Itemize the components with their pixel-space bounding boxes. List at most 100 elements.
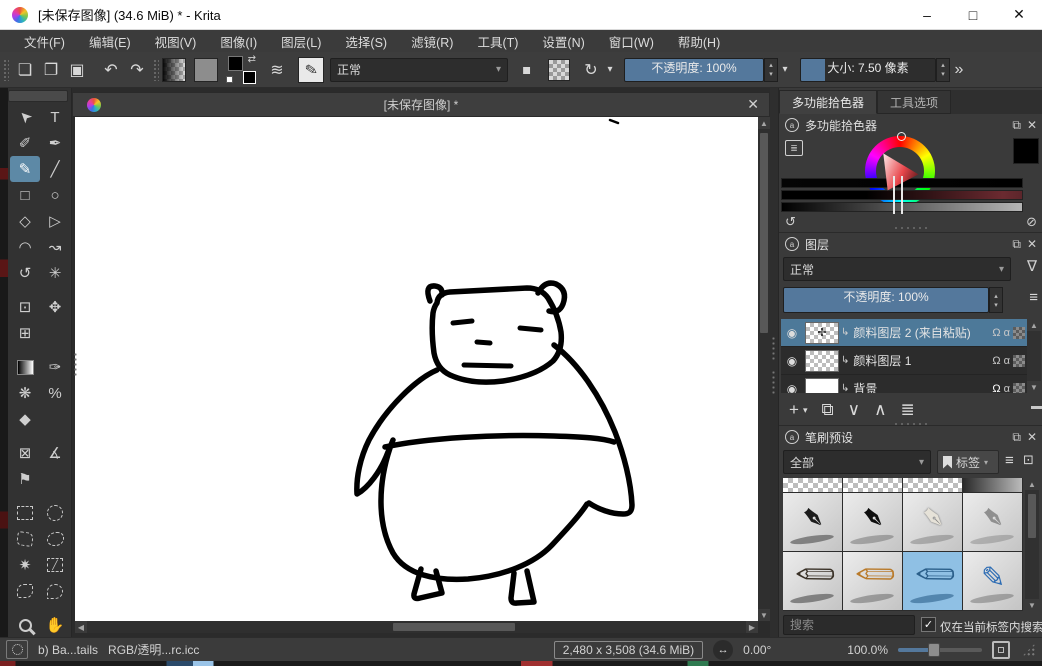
tool-pan[interactable]: ✋: [40, 612, 70, 638]
brush-scroll-thumb[interactable]: [1028, 494, 1036, 538]
opacity-dropdown-icon[interactable]: ▾: [778, 57, 792, 83]
tool-pattern-edit[interactable]: ❋: [10, 380, 40, 406]
zoom-slider-handle[interactable]: [928, 643, 940, 657]
tool-transform[interactable]: ⊡: [10, 294, 40, 320]
tool-move[interactable]: ✥: [40, 294, 70, 320]
brush-preset[interactable]: ✒: [783, 493, 842, 551]
tool-freehand-brush[interactable]: ✎: [10, 156, 40, 182]
visibility-eye-icon[interactable]: ◉: [783, 354, 801, 368]
scroll-up-icon[interactable]: ▲: [758, 117, 770, 129]
current-brush-name[interactable]: b) Ba...tails: [38, 643, 98, 657]
menu-edit[interactable]: 编辑(E): [89, 32, 131, 51]
add-layer-dropdown-icon[interactable]: ▾: [803, 405, 808, 416]
open-document-icon[interactable]: ❐: [38, 57, 64, 83]
brush-editor-button[interactable]: ✎: [298, 57, 324, 83]
canvas[interactable]: [75, 117, 758, 621]
tab-tool-options[interactable]: 工具选项: [877, 90, 951, 114]
tool-edit-shapes[interactable]: ✐: [10, 130, 40, 156]
background-color[interactable]: [243, 71, 256, 84]
color-profile[interactable]: RGB/透明...rc.icc: [108, 641, 199, 658]
brush-preset[interactable]: [843, 478, 902, 492]
tool-crop[interactable]: ⊞: [10, 320, 40, 346]
zoom-to-100-button[interactable]: [992, 641, 1010, 659]
tool-similar-color-select[interactable]: ✷: [10, 552, 40, 578]
toolbox-drag-handle[interactable]: [8, 90, 68, 102]
layer-style-icon[interactable]: ↳: [841, 355, 849, 366]
float-docker-icon[interactable]: ⧉: [1012, 237, 1021, 252]
menu-filter[interactable]: 滤镜(R): [411, 32, 453, 51]
canvas-horizontal-scrollbar[interactable]: ◀ ▶: [75, 621, 758, 633]
tool-ellipse-select[interactable]: [40, 500, 70, 526]
menu-tools[interactable]: 工具(T): [477, 32, 518, 51]
scroll-down-icon[interactable]: ▼: [758, 609, 770, 621]
menu-file[interactable]: 文件(F): [24, 32, 65, 51]
brush-preset-selected[interactable]: 🖉: [903, 552, 962, 610]
tool-calligraphy[interactable]: ✒: [40, 130, 70, 156]
toolbar-grip[interactable]: [3, 59, 9, 81]
tool-measure[interactable]: ∡: [40, 440, 70, 466]
layer-style-icon[interactable]: ↳: [841, 383, 849, 393]
scroll-down-icon[interactable]: ▼: [1025, 599, 1039, 611]
brush-preset[interactable]: [963, 478, 1022, 492]
tool-select-shapes[interactable]: ➤: [10, 104, 40, 130]
brush-preset[interactable]: ✒: [903, 493, 962, 551]
close-button[interactable]: ✕: [996, 0, 1042, 30]
brush-preset[interactable]: ✒: [963, 493, 1022, 551]
close-docker-icon[interactable]: ✕: [1027, 118, 1037, 132]
layer-thumbnail[interactable]: [805, 378, 839, 394]
scroll-up-icon[interactable]: ▲: [1027, 319, 1041, 331]
scroll-left-icon[interactable]: ◀: [75, 621, 87, 633]
tool-text[interactable]: T: [40, 104, 70, 130]
layer-name[interactable]: 背景: [853, 380, 988, 393]
preserve-alpha-icon[interactable]: [548, 59, 570, 81]
storage-icon[interactable]: ⊡: [1023, 452, 1034, 468]
layer-properties-button[interactable]: ≣: [901, 400, 915, 420]
visibility-eye-icon[interactable]: ◉: [783, 326, 801, 340]
vscroll-thumb[interactable]: [760, 133, 768, 333]
lock-icon[interactable]: a: [785, 118, 799, 132]
inherit-alpha-icon[interactable]: [1013, 383, 1025, 394]
reload-dropdown-icon[interactable]: ▾: [604, 57, 616, 83]
layer-opacity-slider[interactable]: 不透明度: 100%: [783, 287, 989, 313]
zoom-slider[interactable]: [898, 648, 982, 652]
tool-polyline[interactable]: ▷: [40, 208, 70, 234]
brush-preset[interactable]: [783, 478, 842, 492]
tool-rectangle[interactable]: □: [10, 182, 40, 208]
layer-name[interactable]: 颜料图层 1: [853, 352, 988, 369]
close-docker-icon[interactable]: ✕: [1027, 237, 1037, 251]
alpha-lock-icon[interactable]: α: [1004, 383, 1010, 394]
hue-indicator[interactable]: [897, 132, 906, 141]
tool-line[interactable]: ╱: [40, 156, 70, 182]
reset-icon[interactable]: ↺: [785, 214, 796, 230]
layer-list-scrollbar[interactable]: ▲ ▼: [1027, 319, 1041, 393]
inherit-alpha-icon[interactable]: [1013, 355, 1025, 367]
hscroll-thumb[interactable]: [393, 623, 515, 631]
tool-smart-patch[interactable]: %: [40, 380, 70, 406]
save-icon[interactable]: ▣: [64, 57, 90, 83]
tag-button[interactable]: 标签 ▾: [937, 450, 999, 474]
tool-ellipse[interactable]: ○: [40, 182, 70, 208]
swap-colors-icon[interactable]: ⇄: [248, 54, 256, 65]
brush-grid-scrollbar[interactable]: ▲ ▼: [1025, 478, 1039, 611]
image-size-indicator[interactable]: 2,480 x 3,508 (34.6 MiB): [554, 641, 703, 659]
tool-fill[interactable]: ◆: [10, 406, 40, 432]
duplicate-layer-button[interactable]: ⧉: [821, 400, 833, 420]
tool-contiguous-select[interactable]: ╱: [40, 552, 70, 578]
pattern-swatch[interactable]: [194, 58, 218, 82]
reset-colors[interactable]: [226, 76, 233, 83]
brush-preset[interactable]: 🖉: [783, 552, 842, 610]
tab-advanced-color-selector[interactable]: 多功能拾色器: [779, 90, 877, 114]
maximize-button[interactable]: □: [950, 0, 996, 30]
canvas-rotation-button[interactable]: ↔: [713, 640, 733, 660]
layer-opacity-spinner[interactable]: ▴▾: [989, 287, 1003, 313]
layer-thumbnail[interactable]: [805, 350, 839, 372]
opacity-slider[interactable]: 不透明度: 100%: [624, 58, 764, 82]
tool-reference-images[interactable]: ⚑: [10, 466, 40, 492]
tool-bezier-curve[interactable]: ◠: [10, 234, 40, 260]
float-docker-icon[interactable]: ⧉: [1012, 430, 1021, 445]
alpha-lock-icon[interactable]: α: [1004, 355, 1010, 367]
tool-multibrush[interactable]: ✳: [40, 260, 70, 286]
move-layer-down-button[interactable]: ∨: [848, 400, 860, 420]
minimize-button[interactable]: –: [904, 0, 950, 30]
search-tag-checkbox[interactable]: ✓: [921, 617, 936, 632]
